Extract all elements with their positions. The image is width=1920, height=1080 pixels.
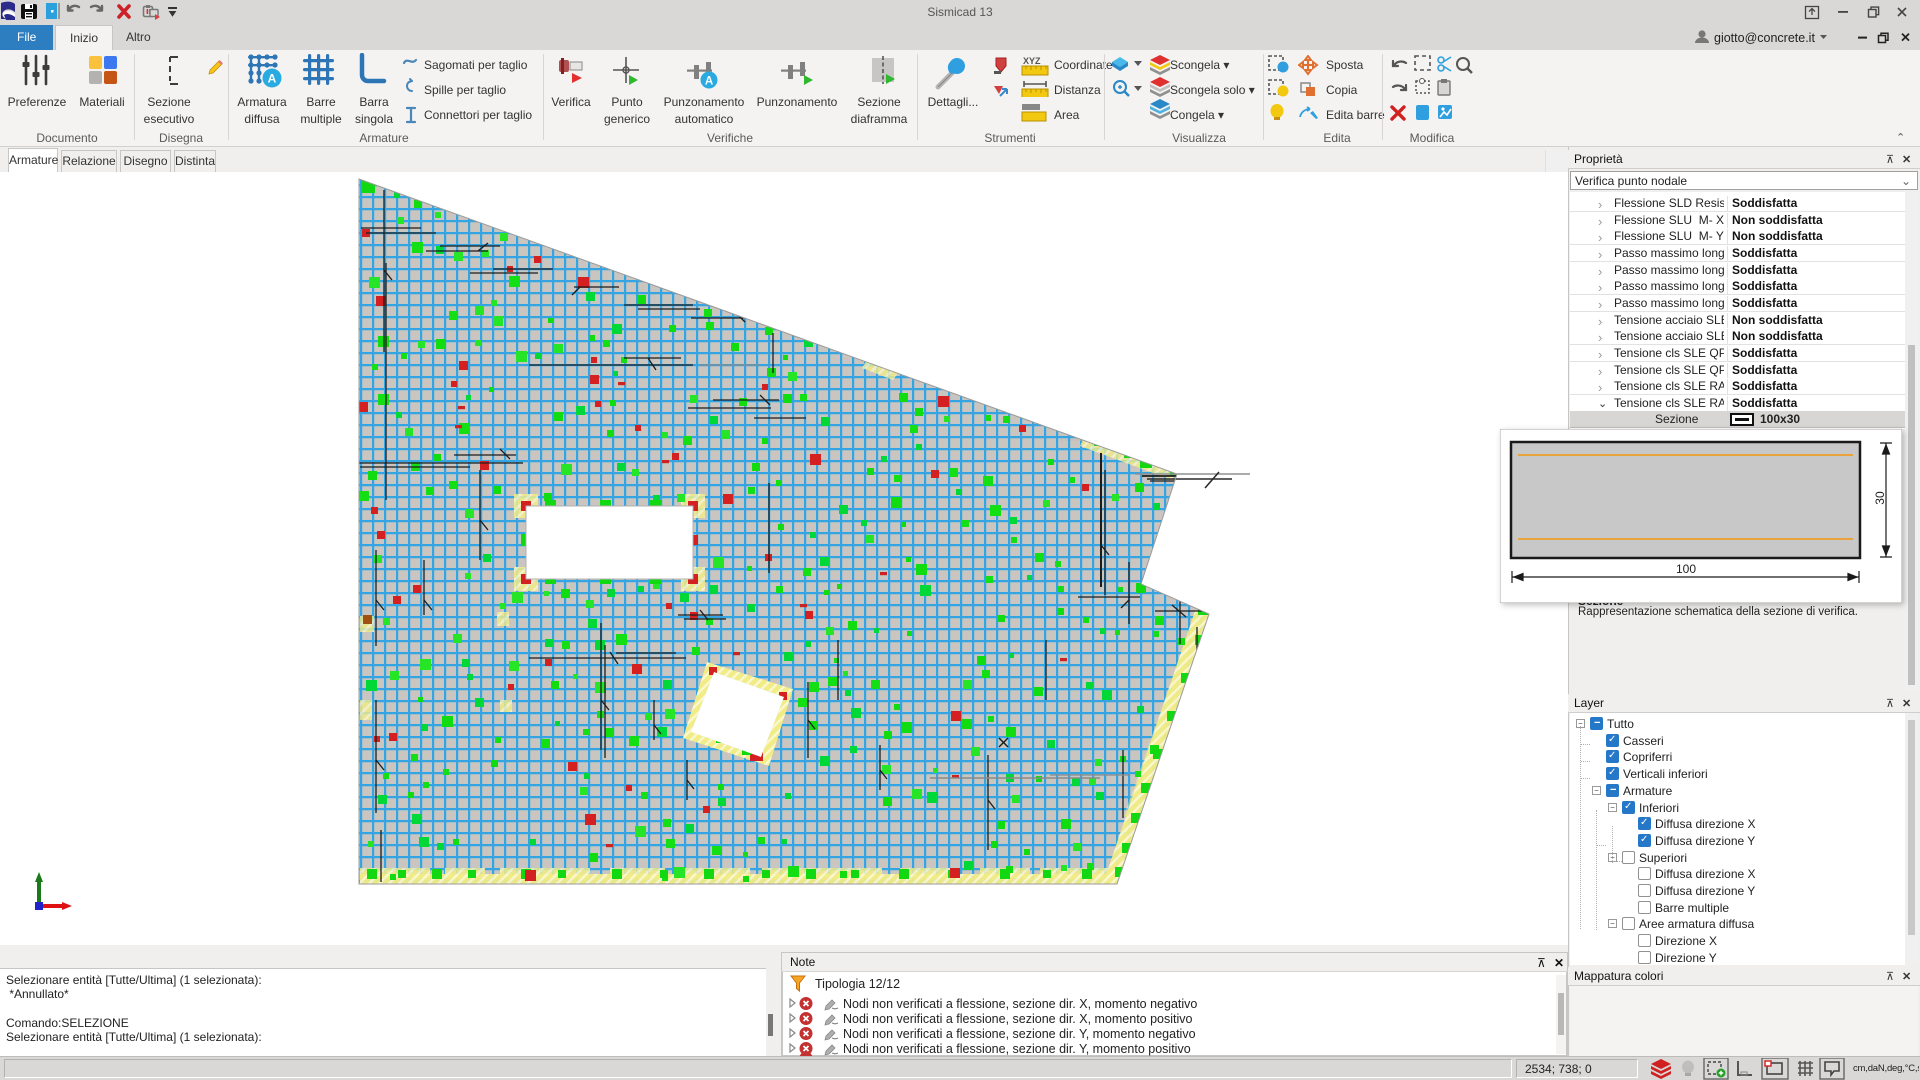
svg-text:A: A — [268, 72, 277, 86]
svg-text:100: 100 — [1676, 562, 1696, 576]
svg-text:A: A — [705, 76, 713, 88]
svg-text:XYZ: XYZ — [1023, 56, 1041, 66]
svg-text:30: 30 — [1873, 491, 1887, 505]
